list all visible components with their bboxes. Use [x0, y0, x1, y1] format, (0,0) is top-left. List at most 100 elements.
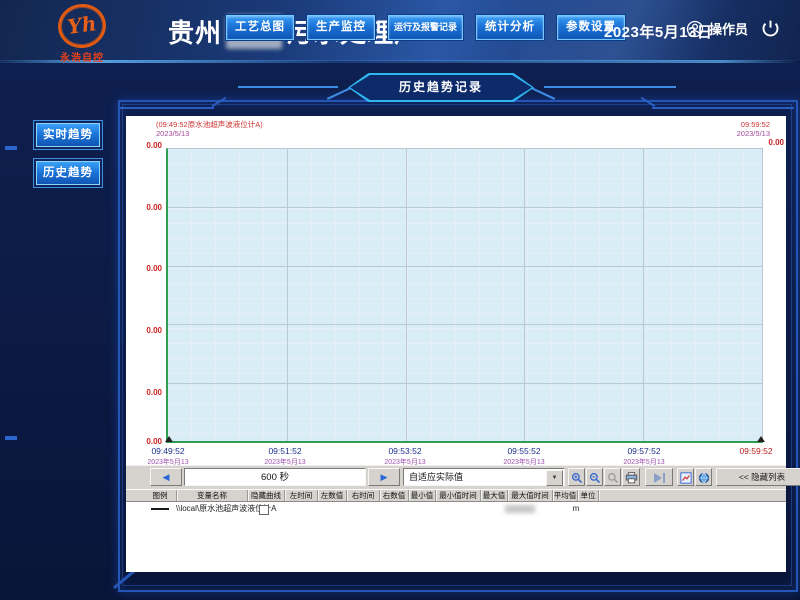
row-right-value	[374, 503, 402, 516]
row-right-time	[342, 503, 374, 516]
pan-right-button[interactable]: ▶	[368, 468, 400, 486]
row-max-time	[498, 503, 542, 516]
y-tick-3: 0.00	[136, 326, 162, 335]
play-icon	[652, 472, 666, 484]
x-tick-1: 09:51:52 2023年5月13	[250, 446, 320, 467]
right-axis-top-label: 0.00	[768, 138, 784, 147]
pan-left-button[interactable]: ◀	[150, 468, 182, 486]
row-min-time	[428, 503, 472, 516]
sidebar-realtime-trend-button[interactable]: 实时趋势	[33, 120, 103, 150]
settings-button[interactable]	[695, 468, 712, 486]
nav-process-overview-button[interactable]: 工艺总图	[226, 15, 294, 40]
row-min	[402, 503, 428, 516]
hide-list-button[interactable]: << 隐藏列表	[716, 468, 800, 486]
col-min: 最小值	[409, 490, 436, 501]
hide-curve-checkbox[interactable]	[259, 505, 269, 515]
chevron-down-icon[interactable]: ▼	[546, 470, 563, 486]
time-span-field[interactable]: 600 秒	[184, 468, 366, 486]
x-tick-3: 09:55:52 2023年5月13	[489, 446, 559, 467]
x-tick-4: 09:57:52 2023年5月13	[609, 446, 679, 467]
company-logo: Yh 永浩自控	[40, 4, 124, 64]
trend-cursor-right-info: 09:59:52 2023/5/13	[737, 120, 770, 138]
zoom-reset-button-disabled[interactable]	[604, 468, 621, 486]
col-left-time: 左时间	[285, 490, 318, 501]
zoom-reset-icon	[607, 472, 619, 484]
printer-icon	[625, 472, 638, 484]
grid-h	[168, 383, 762, 384]
page-title: 历史趋势记录	[348, 73, 534, 102]
trend-cursor-left-time: (09:49:52原水池超声波液位计A)	[156, 120, 263, 129]
row-max	[472, 503, 498, 516]
frame-step-left	[120, 107, 214, 109]
grid-v	[406, 149, 407, 441]
col-min-time: 最小值时间	[436, 490, 481, 501]
row-left-time	[282, 503, 314, 516]
edge-tick-bottom	[5, 436, 17, 440]
operator-menu[interactable]: 操作员	[686, 19, 748, 38]
col-variable-name: 变量名称	[177, 490, 248, 501]
x-tick-0: 09:49:52 2023年5月13	[133, 446, 203, 467]
row-variable-name: \\local\原水池超声波液位计A	[176, 503, 246, 516]
trend-toolbar: ◀ 600 秒 ▶ 自适应实际值 ▼	[126, 465, 786, 490]
y-tick-5: 0.00	[136, 437, 162, 446]
col-average: 平均值	[553, 490, 578, 501]
grid-v	[524, 149, 525, 441]
nav-run-alarm-record-button[interactable]: 运行及报警记录	[388, 15, 463, 40]
scale-mode-value: 自适应实际值	[409, 472, 463, 482]
page-title-badge: 历史趋势记录	[348, 73, 534, 102]
trend-cursor-right-time: 09:59:52	[737, 120, 770, 129]
print-button[interactable]	[622, 468, 640, 486]
zoom-in-icon	[571, 472, 583, 484]
power-button[interactable]	[760, 18, 784, 42]
trend-cursor-left-date: 2023/5/13	[156, 129, 263, 138]
x-tick-5: 09:59:52	[721, 446, 791, 457]
row-average	[542, 503, 566, 516]
logo-company-name: 永浩自控	[40, 49, 124, 64]
col-unit: 单位	[578, 490, 599, 501]
row-hide-curve-cell	[246, 503, 282, 516]
trend-cursor-right-handle[interactable]	[757, 436, 765, 442]
row-legend-cell	[144, 503, 176, 516]
power-icon	[760, 18, 781, 39]
report-button[interactable]	[677, 468, 694, 486]
y-tick-0: 0.00	[136, 141, 162, 150]
grid-v	[287, 149, 288, 441]
scada-screen: Yh 永浩自控 贵州 污水处理厂 工艺总图 生产监控 运行及报警记录 统计分析 …	[0, 0, 800, 600]
trend-cursor-left-handle[interactable]	[165, 436, 173, 442]
y-tick-1: 0.00	[136, 203, 162, 212]
zoom-out-button[interactable]	[586, 468, 603, 486]
nav-statistics-button[interactable]: 统计分析	[476, 15, 544, 40]
series-legend-line	[151, 508, 169, 510]
grid-v	[643, 149, 644, 441]
y-tick-4: 0.00	[136, 388, 162, 397]
col-right-time: 右时间	[347, 490, 380, 501]
x-tick-2: 09:53:52 2023年5月13	[370, 446, 440, 467]
frame-step-right	[652, 107, 794, 109]
logo-monogram-icon: Yh	[55, 1, 109, 51]
operator-icon	[686, 20, 704, 38]
report-chart-icon	[680, 472, 692, 484]
trend-table-header: 图例 变量名称 隐藏曲线 左时间 左数值 右时间 右数值 最小值 最小值时间 最…	[126, 489, 786, 502]
y-tick-2: 0.00	[136, 264, 162, 273]
scale-mode-select[interactable]: 自适应实际值 ▼	[403, 468, 565, 486]
badge-wing-right	[544, 86, 676, 88]
edge-tick-top	[5, 146, 17, 150]
col-max: 最大值	[481, 490, 508, 501]
sidebar-history-trend-button[interactable]: 历史趋势	[33, 158, 103, 188]
col-max-time: 最大值时间	[508, 490, 553, 501]
globe-gear-icon	[698, 472, 710, 484]
row-left-value	[314, 503, 342, 516]
play-pause-button-disabled[interactable]	[645, 468, 673, 486]
col-legend: 图例	[144, 490, 177, 501]
sidebar-history-trend-label: 历史趋势	[36, 161, 100, 185]
row-unit: m	[566, 503, 586, 516]
main-nav: 工艺总图 生产监控 运行及报警记录 统计分析 参数设置	[226, 15, 625, 40]
operator-label: 操作员	[709, 19, 748, 38]
sidebar-realtime-trend-label: 实时趋势	[36, 123, 100, 147]
trend-cursor-right-date: 2023/5/13	[737, 129, 770, 138]
nav-production-monitor-button[interactable]: 生产监控	[307, 15, 375, 40]
trend-plot-area[interactable]	[166, 148, 763, 443]
trend-table-row[interactable]: \\local\原水池超声波液位计A m	[126, 503, 786, 516]
zoom-in-button[interactable]	[568, 468, 585, 486]
col-right-value: 右数值	[380, 490, 409, 501]
